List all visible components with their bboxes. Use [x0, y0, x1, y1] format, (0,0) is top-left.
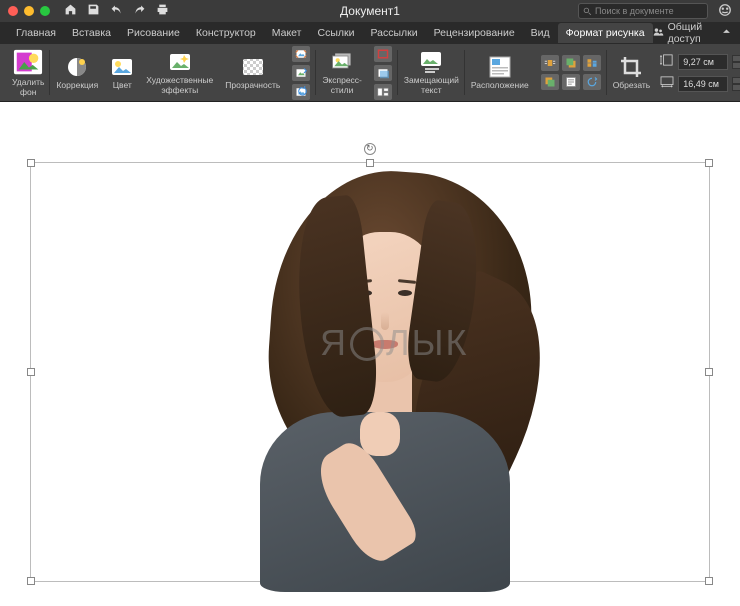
search-input[interactable]: Поиск в документе	[578, 3, 708, 19]
picture-layout-button[interactable]	[374, 84, 392, 100]
height-icon	[660, 53, 674, 71]
minimize-window-button[interactable]	[24, 6, 34, 16]
tab-design[interactable]: Конструктор	[188, 23, 264, 43]
tab-layout[interactable]: Макет	[264, 23, 310, 43]
align-button[interactable]	[583, 55, 601, 71]
window-controls	[0, 6, 50, 16]
selection-pane-button[interactable]	[562, 74, 580, 90]
reset-picture-button[interactable]	[292, 84, 310, 100]
position-label: Расположение	[471, 81, 529, 90]
resize-handle-br[interactable]	[705, 577, 713, 585]
picture-styles-more-stack	[368, 44, 398, 101]
close-window-button[interactable]	[8, 6, 18, 16]
wrap-text-button[interactable]	[541, 55, 559, 71]
rotate-handle[interactable]	[364, 143, 376, 155]
color-button[interactable]: Цвет	[104, 44, 140, 101]
tab-draw[interactable]: Рисование	[119, 23, 188, 43]
artistic-effects-icon	[168, 50, 192, 74]
tab-home[interactable]: Главная	[8, 23, 64, 43]
adjust-more-stack	[286, 44, 316, 101]
resize-handle-tr[interactable]	[705, 159, 713, 167]
arrange-more-stack	[535, 44, 607, 101]
remove-background-icon	[13, 48, 43, 76]
remove-background-label: Удалить фон	[12, 78, 44, 97]
compress-pictures-button[interactable]	[292, 46, 310, 62]
remove-background-button[interactable]: Удалить фон	[6, 44, 50, 101]
transparency-label: Прозрачность	[225, 81, 280, 90]
width-spinner[interactable]	[732, 77, 740, 91]
resize-handle-mr[interactable]	[705, 368, 713, 376]
collapse-ribbon-icon[interactable]	[721, 26, 732, 40]
tab-mailings[interactable]: Рассылки	[362, 23, 425, 43]
undo-icon[interactable]	[110, 3, 123, 19]
ribbon: Удалить фон Коррекция Цвет Художественны…	[0, 44, 740, 102]
document-title: Документ1	[340, 4, 400, 18]
rotate-button[interactable]	[583, 74, 601, 90]
quick-styles-label: Экспресс-стили	[322, 76, 362, 95]
selected-picture[interactable]	[30, 162, 710, 582]
picture-content	[180, 162, 560, 582]
home-icon[interactable]	[64, 3, 77, 19]
share-icon	[653, 26, 664, 40]
crop-icon	[619, 55, 643, 79]
share-button[interactable]: Общий доступ	[668, 21, 717, 45]
height-field[interactable]: 9,27 см	[678, 54, 728, 70]
save-icon[interactable]	[87, 3, 100, 19]
search-icon	[583, 7, 592, 16]
corrections-label: Коррекция	[56, 81, 98, 90]
width-icon	[660, 75, 674, 93]
resize-handle-ml[interactable]	[27, 368, 35, 376]
transparency-button[interactable]: Прозрачность	[219, 44, 286, 101]
redo-icon[interactable]	[133, 3, 146, 19]
color-icon	[110, 55, 134, 79]
alt-text-icon	[419, 50, 443, 74]
tab-references[interactable]: Ссылки	[309, 23, 362, 43]
search-placeholder: Поиск в документе	[595, 6, 674, 16]
position-button[interactable]: Расположение	[465, 44, 535, 101]
color-label: Цвет	[113, 81, 132, 90]
feedback-icon[interactable]	[718, 3, 732, 20]
quick-access-toolbar	[64, 3, 169, 19]
height-spinner[interactable]	[732, 55, 740, 69]
quick-styles-button[interactable]: Экспресс-стили	[316, 44, 368, 101]
resize-handle-tl[interactable]	[27, 159, 35, 167]
artistic-effects-button[interactable]: Художественные эффекты	[140, 44, 219, 101]
crop-button[interactable]: Обрезать	[607, 44, 657, 101]
picture-border-button[interactable]	[374, 46, 392, 62]
titlebar: Документ1 Поиск в документе	[0, 0, 740, 22]
alt-text-label: Замещающий текст	[404, 76, 459, 95]
tab-picture-format[interactable]: Формат рисунка	[558, 23, 653, 43]
corrections-icon	[65, 55, 89, 79]
document-canvas[interactable]: ЯЛЫК	[0, 102, 740, 606]
change-picture-button[interactable]	[292, 65, 310, 81]
zoom-window-button[interactable]	[40, 6, 50, 16]
resize-handle-bl[interactable]	[27, 577, 35, 585]
bring-forward-button[interactable]	[562, 55, 580, 71]
quick-styles-icon	[330, 50, 354, 74]
transparency-icon	[241, 55, 265, 79]
picture-effects-button[interactable]	[374, 65, 392, 81]
width-field[interactable]: 16,49 см	[678, 76, 728, 92]
send-backward-button[interactable]	[541, 74, 559, 90]
ribbon-tabstrip: Главная Вставка Рисование Конструктор Ма…	[0, 22, 740, 44]
tab-review[interactable]: Рецензирование	[426, 23, 523, 43]
crop-label: Обрезать	[613, 81, 651, 90]
position-icon	[488, 55, 512, 79]
size-group: 9,27 см 16,49 см	[656, 44, 740, 101]
artistic-effects-label: Художественные эффекты	[146, 76, 213, 95]
alt-text-button[interactable]: Замещающий текст	[398, 44, 465, 101]
tab-insert[interactable]: Вставка	[64, 23, 119, 43]
print-icon[interactable]	[156, 3, 169, 19]
corrections-button[interactable]: Коррекция	[50, 44, 104, 101]
tab-view[interactable]: Вид	[523, 23, 558, 43]
